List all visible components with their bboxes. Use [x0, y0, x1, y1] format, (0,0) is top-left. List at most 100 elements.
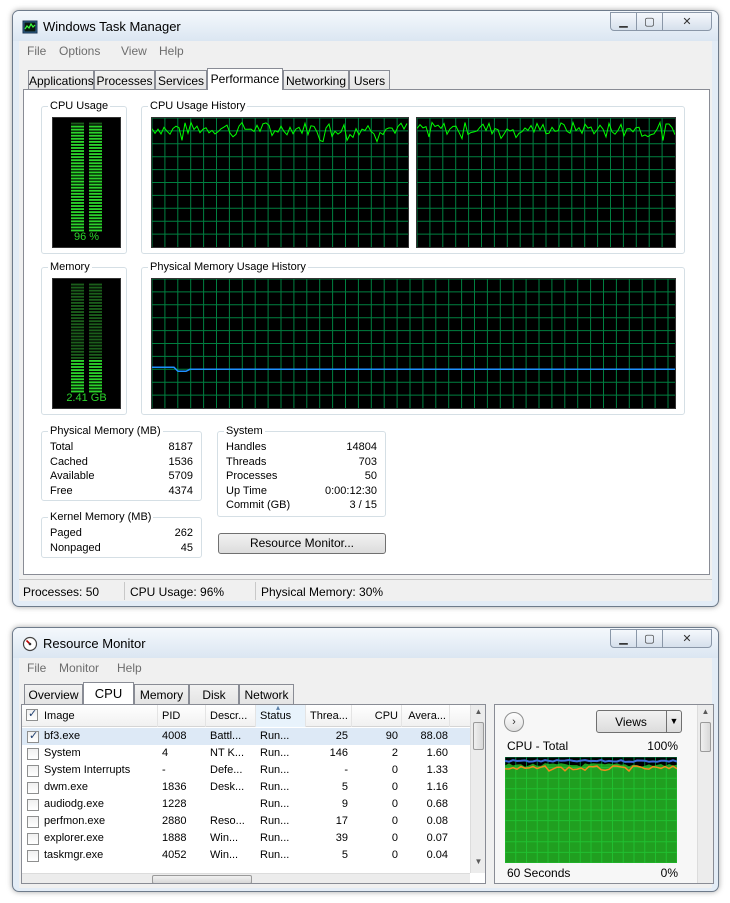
tab-performance[interactable]: Performance	[207, 68, 283, 90]
select-all-checkbox[interactable]	[26, 707, 38, 721]
views-button[interactable]: Views ▼	[596, 710, 682, 733]
physical-memory-free: Free 4374	[50, 485, 193, 499]
meter-segment	[71, 289, 84, 292]
cell-threads: 25	[335, 730, 348, 742]
scroll-up-icon[interactable]: ▲	[699, 707, 712, 721]
cpu-history-core-1-plot	[151, 117, 408, 247]
meter-segment	[89, 220, 102, 223]
tab-network[interactable]: Network	[239, 684, 294, 704]
table-row[interactable]: bf3.exe 4008 Battl... Run... 25 90 88.08	[22, 728, 470, 745]
tab-users[interactable]: Users	[349, 70, 390, 90]
meter-segment	[71, 168, 84, 171]
minimize-icon: ▁	[619, 16, 628, 28]
row-checkbox[interactable]	[27, 833, 39, 845]
horizontal-scrollbar-thumb[interactable]	[152, 875, 252, 883]
row-checkbox[interactable]	[27, 799, 39, 811]
column-image[interactable]: Image	[22, 705, 158, 727]
meter-segment	[71, 223, 84, 226]
scrollbar-thumb[interactable]	[700, 722, 711, 752]
row-checkbox[interactable]	[27, 765, 39, 777]
cell-cpu: 0	[391, 764, 398, 776]
row-checkbox[interactable]	[27, 850, 39, 862]
menu-file[interactable]: File	[27, 661, 46, 675]
tab-applications[interactable]: Applications	[28, 70, 94, 90]
meter-segment	[71, 186, 84, 189]
close-button[interactable]: ✕	[663, 629, 712, 648]
menu-file[interactable]: File	[27, 44, 46, 58]
meter-segment	[89, 341, 102, 344]
cpu-meter-bars	[71, 122, 102, 232]
table-row[interactable]: System 4 NT K... Run... 146 2 1.60	[22, 745, 470, 762]
maximize-button[interactable]: ▢	[637, 12, 663, 31]
menu-help[interactable]: Help	[159, 44, 184, 58]
meter-segment	[71, 220, 84, 223]
tab-processes[interactable]: Processes	[94, 70, 155, 90]
process-table-vertical-scrollbar[interactable]: ▲ ▼	[470, 705, 485, 873]
table-row[interactable]: System Interrupts - Defe... Run... - 0 1.33	[22, 762, 470, 779]
status-cpu-usage: CPU Usage: 96%	[130, 585, 225, 599]
scroll-down-icon[interactable]: ▼	[472, 857, 485, 871]
memory-history-group: Physical Memory Usage History	[141, 260, 685, 415]
minimize-button[interactable]: ▁	[610, 629, 637, 648]
minimize-button[interactable]: ▁	[610, 12, 637, 31]
resource-monitor-titlebar[interactable]: Resource Monitor ▁ ▢ ✕	[13, 628, 718, 658]
value: 4374	[168, 485, 193, 497]
menu-monitor[interactable]: Monitor	[59, 661, 99, 675]
row-checkbox[interactable]	[27, 748, 39, 760]
close-button[interactable]: ✕	[663, 12, 712, 31]
row-checkbox[interactable]	[27, 782, 39, 794]
meter-segment	[71, 153, 84, 156]
column-description[interactable]: Descr...	[206, 705, 256, 727]
tab-cpu[interactable]: CPU	[83, 682, 134, 704]
cpu-history-graph-core-1	[151, 117, 409, 248]
maximize-button[interactable]: ▢	[637, 629, 663, 648]
cell-threads: 146	[329, 747, 348, 759]
resource-monitor-button[interactable]: Resource Monitor...	[218, 533, 386, 554]
process-table-horizontal-scrollbar[interactable]	[22, 873, 470, 883]
key: Processes	[226, 470, 278, 482]
task-manager-titlebar[interactable]: Windows Task Manager ▁ ▢ ✕	[13, 11, 718, 41]
graph-pane-scrollbar[interactable]: ▲	[697, 705, 713, 883]
tab-services[interactable]: Services	[155, 70, 207, 90]
row-checkbox[interactable]	[27, 729, 39, 743]
menu-options[interactable]: Options	[59, 44, 100, 58]
cell-threads: -	[344, 764, 348, 776]
meter-segment	[71, 320, 84, 323]
tab-networking[interactable]: Networking	[283, 70, 349, 90]
dropdown-arrow-icon[interactable]: ▼	[666, 711, 681, 732]
scrollbar-thumb[interactable]	[473, 722, 484, 750]
memory-group: Memory 2.41 GB	[41, 260, 127, 415]
meter-segment	[71, 226, 84, 229]
meter-segment	[71, 356, 84, 359]
column-cpu[interactable]: CPU	[352, 705, 402, 727]
meter-segment	[71, 137, 84, 140]
meter-segment	[71, 283, 84, 286]
table-row[interactable]: dwm.exe 1836 Desk... Run... 5 0 1.16	[22, 779, 470, 796]
resource-monitor-client: Overview CPU Memory Disk Network Image P…	[19, 678, 714, 888]
menu-view[interactable]: View	[121, 44, 147, 58]
expand-arrow-icon[interactable]: ›	[504, 712, 524, 732]
column-average-cpu[interactable]: Avera...	[402, 705, 450, 727]
row-checkbox[interactable]	[27, 816, 39, 828]
table-row[interactable]: explorer.exe 1888 Win... Run... 39 0 0.07	[22, 830, 470, 847]
tab-memory[interactable]: Memory	[134, 684, 189, 704]
column-threads[interactable]: Threa...	[306, 705, 352, 727]
meter-segment	[71, 180, 84, 183]
tab-overview[interactable]: Overview	[24, 684, 83, 704]
table-row[interactable]: taskmgr.exe 4052 Win... Run... 5 0 0.04	[22, 847, 470, 864]
table-row[interactable]: perfmon.exe 2880 Reso... Run... 17 0 0.08	[22, 813, 470, 830]
meter-segment	[71, 314, 84, 317]
column-status[interactable]: ▴ Status	[256, 705, 306, 727]
scroll-up-icon[interactable]: ▲	[472, 707, 485, 721]
menu-help[interactable]: Help	[117, 661, 142, 675]
maximize-icon: ▢	[644, 633, 655, 645]
column-pid[interactable]: PID	[158, 705, 206, 727]
meter-segment	[89, 122, 102, 125]
table-row[interactable]: audiodg.exe 1228 Run... 9 0 0.68	[22, 796, 470, 813]
status-processes: Processes: 50	[23, 585, 100, 599]
close-icon: ✕	[682, 633, 692, 645]
cell-threads: 17	[335, 815, 348, 827]
tab-disk[interactable]: Disk	[189, 684, 239, 704]
cpu-total-header: CPU - Total 100%	[504, 739, 678, 753]
cell-cpu: 2	[391, 747, 398, 759]
